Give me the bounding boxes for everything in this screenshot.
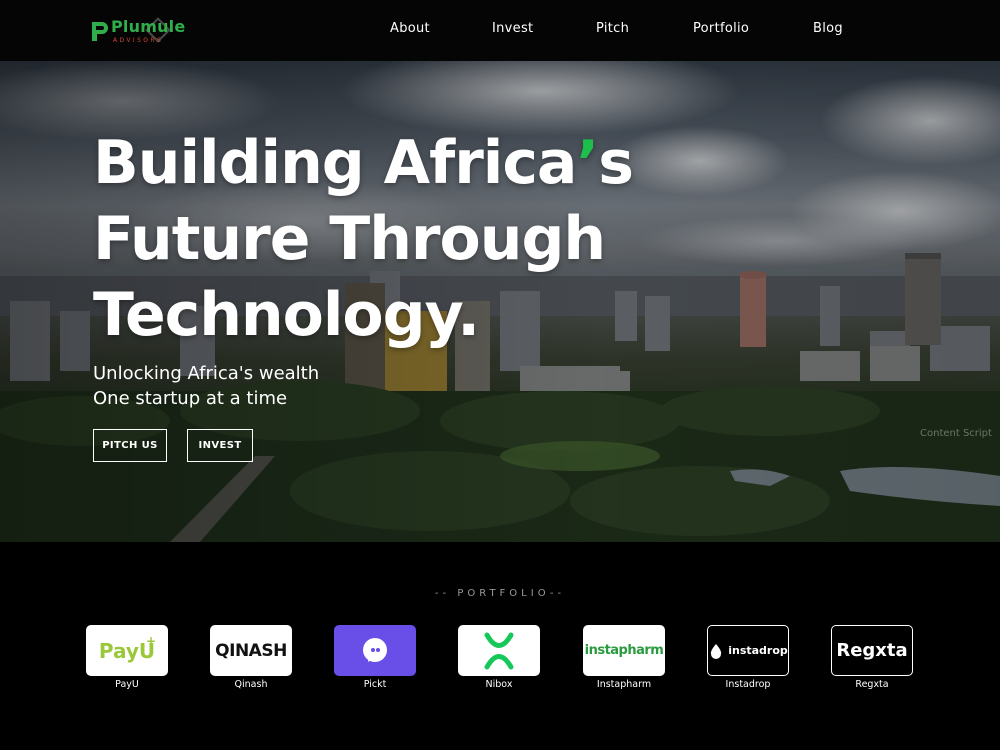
instapharm-logo: instapharm <box>584 643 664 658</box>
hero-title-line-2: Future Through <box>93 204 606 274</box>
portfolio-label-payu: PayU <box>115 679 139 690</box>
hero-section: Building Africa’s Future Through Technol… <box>0 61 1000 542</box>
payu-plus-icon: + <box>146 634 157 648</box>
hero-subtitle: Unlocking Africa's wealth One startup at… <box>93 361 319 411</box>
plumule-logo[interactable]: Plumule ADVISORS <box>89 17 185 49</box>
instadrop-logo: instadrop <box>728 644 788 657</box>
logo-subtitle: ADVISORS <box>113 37 164 44</box>
nav-link-about[interactable]: About <box>390 21 430 36</box>
logo-name: Plumule <box>111 17 186 36</box>
instadrop-drop-icon <box>711 643 722 659</box>
portfolio-label-regxta: Regxta <box>855 679 889 690</box>
nav-link-blog[interactable]: Blog <box>813 21 843 36</box>
nav-link-pitch[interactable]: Pitch <box>596 21 629 36</box>
portfolio-label-qinash: Qinash <box>234 679 268 690</box>
content-script-watermark: Content Script <box>920 428 992 439</box>
nav-link-portfolio[interactable]: Portfolio <box>693 21 749 36</box>
nav-link-invest[interactable]: Invest <box>492 21 533 36</box>
portfolio-card-instapharm[interactable]: instapharm <box>583 625 665 676</box>
portfolio-label-nibox: Nibox <box>485 679 513 690</box>
portfolio-heading: -- PORTFOLIO-- <box>434 588 566 599</box>
portfolio-label-pickt: Pickt <box>363 679 387 690</box>
invest-button[interactable]: INVEST <box>187 429 253 462</box>
portfolio-label-instapharm: Instapharm <box>596 679 652 690</box>
portfolio-card-pickt[interactable] <box>334 625 416 676</box>
hero-title: Building Africa’s Future Through Technol… <box>93 125 713 353</box>
regxta-logo: Regxta <box>836 640 908 661</box>
leaf-icon <box>92 22 108 41</box>
nibox-logo-icon <box>484 632 514 669</box>
hero-subtitle-line-2: One startup at a time <box>93 388 288 409</box>
portfolio-card-nibox[interactable] <box>458 625 540 676</box>
hero-title-line-3: Technology. <box>93 280 480 350</box>
qinash-logo: QINASH <box>215 640 287 661</box>
portfolio-label-instadrop: Instadrop <box>725 679 771 690</box>
hero-subtitle-line-1: Unlocking Africa's wealth <box>93 363 320 384</box>
portfolio-card-qinash[interactable]: QINASH <box>210 625 292 676</box>
pitch-us-button[interactable]: PITCH US <box>93 429 167 462</box>
portfolio-card-instadrop[interactable]: instadrop <box>707 625 789 676</box>
top-navbar: Plumule ADVISORS About Invest Pitch Port… <box>0 0 1000 61</box>
portfolio-card-payu[interactable]: PayU + <box>86 625 168 676</box>
hero-title-line-1: Building Africa’s <box>93 128 634 198</box>
pickt-logo-icon <box>363 637 387 662</box>
portfolio-card-regxta[interactable]: Regxta <box>831 625 913 676</box>
